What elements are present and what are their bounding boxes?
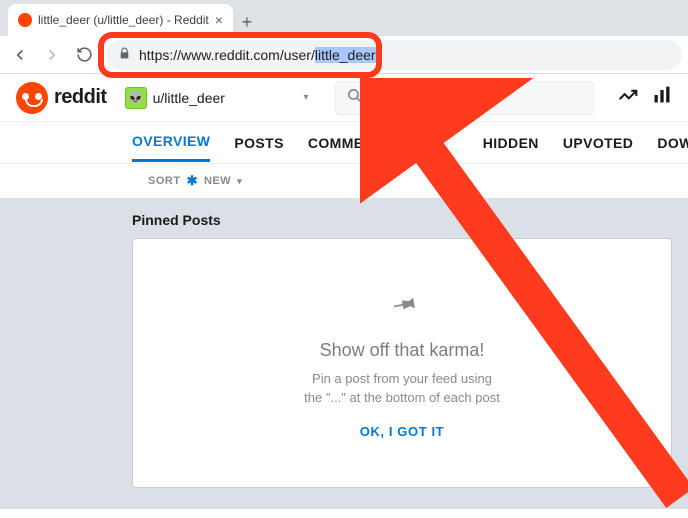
content-area: Pinned Posts Show off that karma! Pin a … bbox=[0, 198, 688, 509]
back-button[interactable] bbox=[6, 41, 34, 69]
pinned-empty-card: Show off that karma! Pin a post from you… bbox=[132, 238, 672, 488]
username-label: u/little_deer bbox=[153, 90, 298, 106]
browser-tab[interactable]: little_deer (u/little_deer) - Reddit × bbox=[8, 4, 233, 36]
search-box[interactable] bbox=[335, 81, 594, 115]
tab-upvoted[interactable]: UPVOTED bbox=[563, 125, 633, 161]
tab-comments[interactable]: COMMENTS bbox=[308, 125, 393, 161]
tab-title: little_deer (u/little_deer) - Reddit bbox=[38, 13, 209, 27]
search-input[interactable] bbox=[371, 90, 583, 106]
empty-description: Pin a post from your feed using the "...… bbox=[304, 369, 500, 408]
reload-button[interactable] bbox=[70, 41, 98, 69]
tab-overview[interactable]: OVERVIEW bbox=[132, 123, 210, 162]
reddit-logo-text: reddit bbox=[54, 86, 107, 109]
close-tab-icon[interactable]: × bbox=[215, 12, 223, 28]
ok-got-it-button[interactable]: OK, I GOT IT bbox=[360, 424, 444, 439]
chevron-down-icon: ▾ bbox=[304, 92, 309, 103]
profile-tabs: OVERVIEW POSTS COMMENTS HIDDEN UPVOTED D… bbox=[0, 122, 688, 164]
avatar: 👽 bbox=[125, 87, 147, 109]
url-text: https://www.reddit.com/user/little_deer bbox=[139, 47, 376, 63]
tab-hidden[interactable]: HIDDEN bbox=[483, 125, 539, 161]
reddit-header: reddit 👽 u/little_deer ▾ bbox=[0, 74, 688, 122]
reddit-logo-icon bbox=[16, 82, 48, 114]
sort-label: SORT bbox=[148, 175, 181, 187]
user-dropdown[interactable]: 👽 u/little_deer ▾ bbox=[117, 83, 317, 113]
chevron-down-icon[interactable]: ▾ bbox=[237, 176, 242, 187]
tab-downvoted[interactable]: DOWNVOTED bbox=[657, 125, 688, 161]
pinned-section-title: Pinned Posts bbox=[132, 212, 688, 228]
trending-icon[interactable] bbox=[618, 85, 638, 110]
browser-toolbar: https://www.reddit.com/user/little_deer bbox=[0, 36, 688, 74]
tab-posts[interactable]: POSTS bbox=[234, 125, 283, 161]
sort-row: SORT ✱ NEW ▾ bbox=[0, 164, 688, 198]
browser-tabbar: little_deer (u/little_deer) - Reddit × + bbox=[0, 0, 688, 36]
reddit-favicon bbox=[18, 13, 32, 27]
sort-gear-icon: ✱ bbox=[187, 173, 198, 189]
search-icon bbox=[346, 87, 363, 109]
new-tab-button[interactable]: + bbox=[233, 8, 261, 36]
stats-icon[interactable] bbox=[652, 85, 672, 110]
pin-icon bbox=[379, 282, 425, 330]
lock-icon bbox=[118, 47, 131, 63]
sort-value[interactable]: NEW bbox=[204, 175, 231, 187]
empty-heading: Show off that karma! bbox=[320, 340, 485, 361]
url-bar[interactable]: https://www.reddit.com/user/little_deer bbox=[106, 40, 682, 70]
reddit-logo[interactable]: reddit bbox=[16, 82, 107, 114]
forward-button[interactable] bbox=[38, 41, 66, 69]
